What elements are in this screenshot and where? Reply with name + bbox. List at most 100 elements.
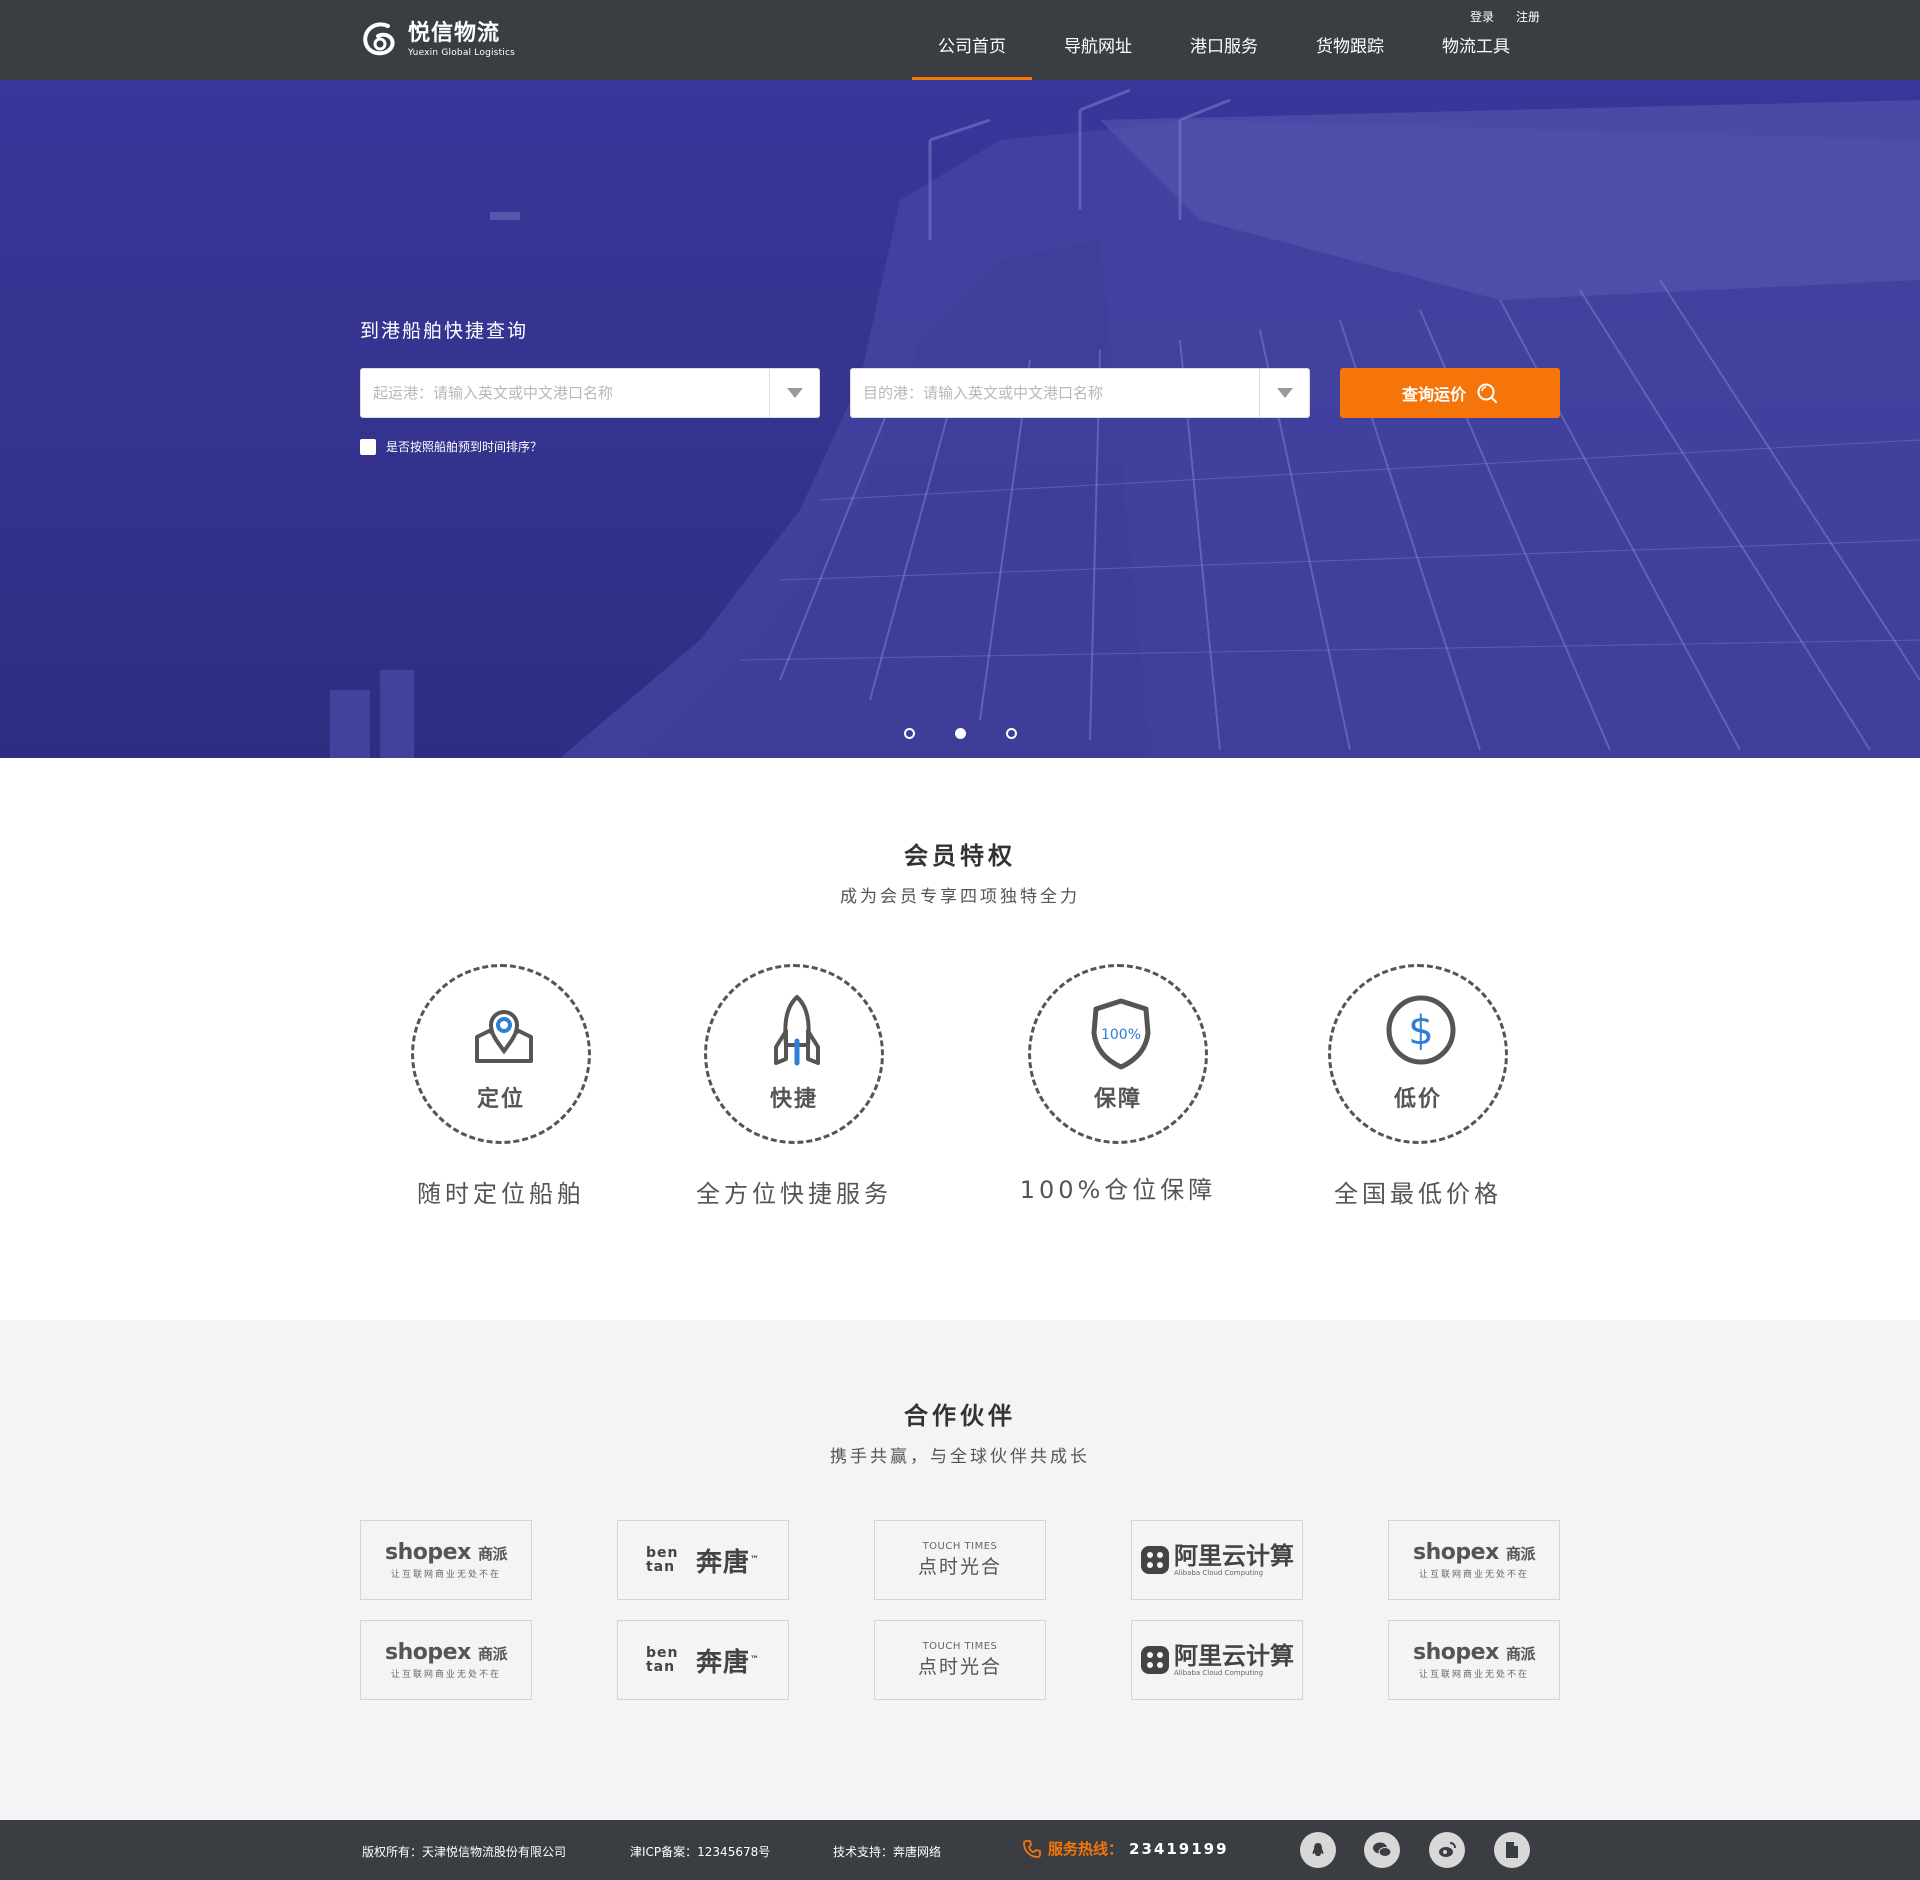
logo-mark-icon (363, 22, 395, 56)
feature-label: 快捷 (769, 1087, 818, 1112)
feature-description: 全方位快捷服务 (696, 1180, 892, 1208)
document-glyph-icon (1506, 1842, 1518, 1858)
service-hotline: 服务热线： 23419199 (1022, 1838, 1229, 1859)
ali-cn: 阿里云计算 (1174, 1642, 1294, 1670)
partner-logo-touchtimes[interactable]: TOUCH TIMES 点时光合 (874, 1520, 1046, 1600)
touch-en: TOUCH TIMES (922, 1641, 998, 1652)
qq-icon[interactable] (1300, 1832, 1336, 1868)
shopex-name: shopex (1413, 1640, 1499, 1665)
partner-logo-touchtimes[interactable]: TOUCH TIMES 点时光合 (874, 1620, 1046, 1700)
phone-icon (1023, 1839, 1041, 1858)
origin-port-select[interactable] (360, 368, 820, 418)
hero-banner: 到港船舶快捷查询 查询运价 是否按照船舶预到时间排序？ (0, 80, 1920, 758)
site-footer: 版权所有：天津悦信物流股份有限公司 津ICP备案：12345678号 技术支持：… (0, 1820, 1920, 1880)
shopex-name: shopex (385, 1540, 471, 1565)
carousel-dot-2[interactable] (955, 728, 966, 739)
carousel-dots (904, 728, 1017, 739)
partner-logo-shopex[interactable]: shopex 商派 让互联网商业无处不在 (360, 1620, 532, 1700)
shopex-cn: 商派 (1505, 1545, 1536, 1563)
partner-logo-shopex[interactable]: shopex 商派 让互联网商业无处不在 (360, 1520, 532, 1600)
search-icon (1477, 383, 1497, 403)
nav-item-directory[interactable]: 导航网址 (1038, 0, 1158, 80)
query-freight-button[interactable]: 查询运价 (1340, 368, 1560, 418)
partner-logo-bentang[interactable]: ben tan 奔唐 ™ (617, 1620, 789, 1700)
weibo-icon[interactable] (1429, 1832, 1465, 1868)
brand-logo[interactable]: 悦信物流 Yuexin Global Logistics (358, 18, 515, 62)
map-pin-icon (475, 1010, 533, 1063)
origin-dropdown-button[interactable] (769, 369, 819, 417)
qq-glyph-icon (1312, 1843, 1324, 1856)
partner-logo-shopex[interactable]: shopex 商派 让互联网商业无处不在 (1388, 1520, 1560, 1600)
brand-name: 悦信物流 (408, 21, 501, 46)
shield-icon: 100% (1091, 998, 1151, 1070)
ali-cn: 阿里云计算 (1174, 1542, 1294, 1570)
caret-down-icon (1276, 388, 1293, 398)
destination-port-input[interactable] (851, 369, 1251, 417)
hotline-number: 23419199 (1129, 1839, 1229, 1858)
wechat-glyph-icon (1373, 1842, 1392, 1857)
nav-item-cargo-tracking[interactable]: 货物跟踪 (1290, 0, 1410, 80)
partner-logo-bentang[interactable]: ben tan 奔唐 ™ (617, 1520, 789, 1600)
aliyun-logo-icon (1141, 1646, 1169, 1674)
wechat-icon[interactable] (1364, 1832, 1400, 1868)
destination-port-select[interactable] (850, 368, 1310, 418)
feature-label: 低价 (1393, 1087, 1442, 1112)
ali-en: Alibaba Cloud Computing (1174, 1669, 1264, 1677)
shopex-slogan: 让互联网商业无处不在 (390, 1570, 501, 1580)
nav-item-home[interactable]: 公司首页 (912, 0, 1032, 80)
shopex-cn: 商派 (477, 1645, 508, 1663)
feature-label: 保障 (1093, 1087, 1142, 1112)
dollar-symbol: $ (1408, 1008, 1433, 1054)
feature-card-low-price: $ 低价 全国最低价格 (1328, 964, 1508, 1208)
bentang-cn: 奔唐 (695, 1547, 750, 1578)
feature-circle: 定位 (411, 964, 591, 1144)
carousel-dot-3[interactable] (1006, 728, 1017, 739)
feature-description: 100%仓位保障 (1019, 1176, 1217, 1204)
rocket-icon (774, 995, 820, 1066)
shopex-slogan: 让互联网商业无处不在 (1418, 1670, 1529, 1680)
destination-dropdown-button[interactable] (1259, 369, 1309, 417)
sort-checkbox[interactable] (360, 438, 376, 455)
nav-item-logistics-tools[interactable]: 物流工具 (1416, 0, 1536, 80)
sort-checkbox-label: 是否按照船舶预到时间排序？ (386, 440, 543, 454)
feature-card-fast: 快捷 全方位快捷服务 (696, 964, 888, 1208)
feature-card-locate: 定位 随时定位船舶 (411, 964, 591, 1208)
shield-badge-text: 100% (1101, 1027, 1141, 1043)
feature-circle: 100% 保障 (1028, 964, 1208, 1144)
feature-card-guarantee: 100% 保障 100%仓位保障 (1020, 964, 1212, 1204)
bentang-cn: 奔唐 (695, 1647, 750, 1678)
partners-section-subtitle: 携手共赢，与全球伙伴共成长 (830, 1447, 1090, 1467)
footer-copyright: 版权所有：天津悦信物流股份有限公司 (362, 1845, 567, 1859)
partners-section: 合作伙伴 携手共赢，与全球伙伴共成长 shopex 商派 让互联网商业无处不在 … (0, 1320, 1920, 1820)
shopex-name: shopex (385, 1640, 471, 1665)
touch-cn: 点时光合 (917, 1656, 1002, 1678)
feature-circle: $ 低价 (1328, 964, 1508, 1144)
shopex-cn: 商派 (477, 1545, 508, 1563)
hero-title: 到港船舶快捷查询 (360, 320, 529, 342)
main-nav: 公司首页 导航网址 港口服务 货物跟踪 物流工具 (906, 0, 1536, 80)
member-section-title: 会员特权 (904, 842, 1016, 870)
touch-en: TOUCH TIMES (922, 1541, 998, 1552)
origin-port-input[interactable] (361, 369, 761, 417)
sort-option: 是否按照船舶预到时间排序？ (360, 438, 542, 455)
partner-logo-aliyun[interactable]: 阿里云计算 Alibaba Cloud Computing (1131, 1520, 1303, 1600)
bentang-mark: ben tan (645, 1645, 679, 1675)
bentang-mark: ben tan (645, 1545, 679, 1575)
footer-icp[interactable]: 津ICP备案：12345678号 (630, 1843, 770, 1860)
feature-description: 随时定位船舶 (417, 1180, 585, 1208)
footer-tech-support[interactable]: 技术支持：奔唐网络 (833, 1843, 941, 1860)
partner-logo-shopex[interactable]: shopex 商派 让互联网商业无处不在 (1388, 1620, 1560, 1700)
nav-item-port-services[interactable]: 港口服务 (1164, 0, 1284, 80)
brand-name-en: Yuexin Global Logistics (408, 48, 516, 58)
hotline-label: 服务热线： (1048, 1840, 1124, 1858)
bentang-tm: ™ (750, 1655, 760, 1665)
shopex-name: shopex (1413, 1540, 1499, 1565)
feature-label: 定位 (476, 1087, 525, 1112)
shopex-cn: 商派 (1505, 1645, 1536, 1663)
ali-en: Alibaba Cloud Computing (1174, 1569, 1264, 1577)
weibo-glyph-icon (1439, 1842, 1456, 1857)
carousel-dot-1[interactable] (904, 728, 915, 739)
shopex-slogan: 让互联网商业无处不在 (1418, 1570, 1529, 1580)
partner-logo-aliyun[interactable]: 阿里云计算 Alibaba Cloud Computing (1131, 1620, 1303, 1700)
document-icon[interactable] (1494, 1832, 1530, 1868)
